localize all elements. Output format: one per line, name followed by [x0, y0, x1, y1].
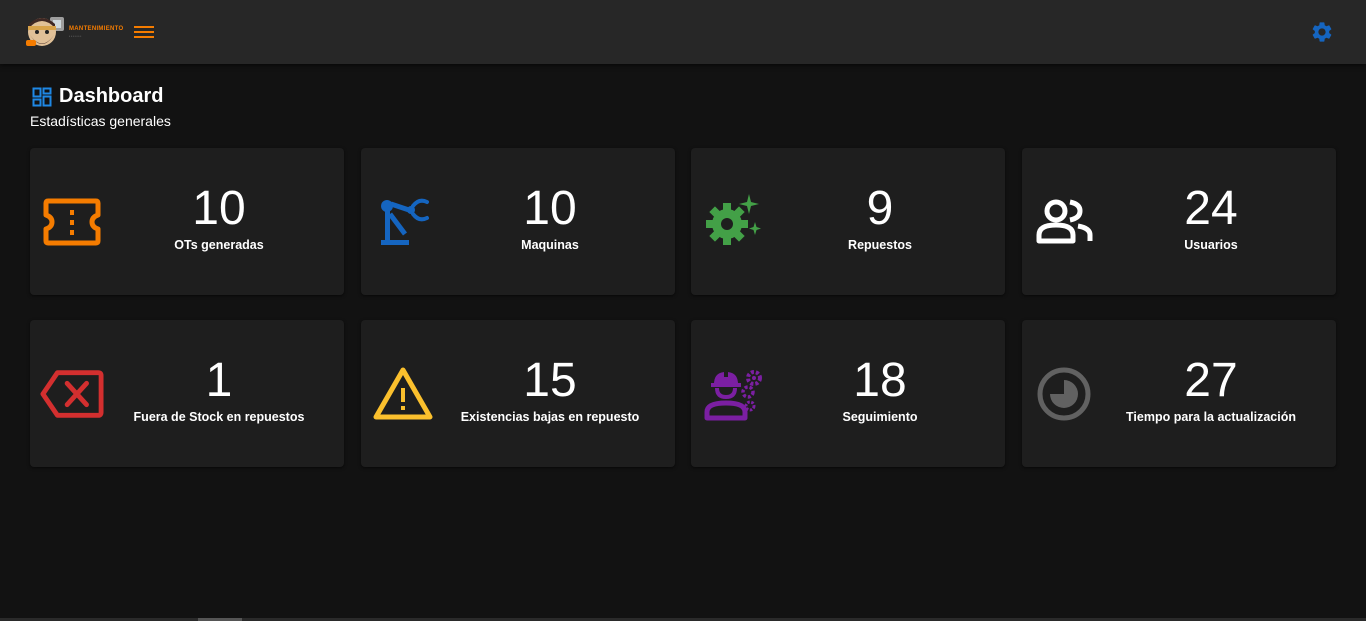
logo-title: MANTENIMIENTO: [69, 26, 124, 32]
stat-card-ots[interactable]: 10 OTs generadas: [30, 148, 344, 295]
page-title: Dashboard: [59, 85, 164, 107]
stat-card-seguimiento[interactable]: 18 Seguimiento: [691, 320, 1005, 467]
stat-value: 1: [205, 354, 233, 407]
stat-value: 18: [853, 354, 907, 407]
stat-value: 15: [523, 354, 577, 407]
stat-value: 10: [523, 182, 577, 235]
logo-subtitle: • • • • • • •: [69, 34, 82, 38]
gear-icon: [1312, 22, 1332, 42]
stat-card-fuera-stock[interactable]: 1 Fuera de Stock en repuestos: [30, 320, 344, 467]
top-app-bar: MANTENIMIENTO • • • • • • •: [0, 0, 1366, 64]
stat-card-repuestos[interactable]: 9 Repuestos: [691, 148, 1005, 295]
stat-value: 10: [192, 182, 246, 235]
settings-button[interactable]: [1310, 20, 1334, 44]
stat-card-tiempo-actualizacion[interactable]: 27 Tiempo para la actualización: [1022, 320, 1336, 467]
logo-mechanic-icon: [26, 17, 64, 46]
stat-label: Seguimiento: [842, 410, 918, 424]
stat-label: Maquinas: [521, 238, 579, 252]
hamburger-menu-icon: [134, 26, 154, 38]
stat-value: 27: [1184, 354, 1238, 407]
page-subtitle: Estadísticas generales: [30, 113, 171, 129]
menu-toggle-button[interactable]: [132, 22, 156, 42]
stat-card-usuarios[interactable]: 24 Usuarios: [1022, 148, 1336, 295]
stat-label: Fuera de Stock en repuestos: [133, 410, 305, 424]
stat-label: Existencias bajas en repuesto: [460, 410, 640, 424]
dashboard-icon: [32, 87, 52, 107]
stat-card-existencias-bajas[interactable]: 15 Existencias bajas en repuesto: [361, 320, 675, 467]
stat-label: Usuarios: [1184, 238, 1238, 252]
stat-label: OTs generadas: [174, 238, 264, 252]
stat-card-maquinas[interactable]: 10 Maquinas: [361, 148, 675, 295]
stat-label: Repuestos: [848, 238, 912, 252]
stat-label: Tiempo para la actualización: [1126, 410, 1296, 424]
app-logo[interactable]: MANTENIMIENTO • • • • • • •: [24, 14, 124, 50]
stat-value: 9: [866, 182, 894, 235]
stat-value: 24: [1184, 182, 1238, 235]
